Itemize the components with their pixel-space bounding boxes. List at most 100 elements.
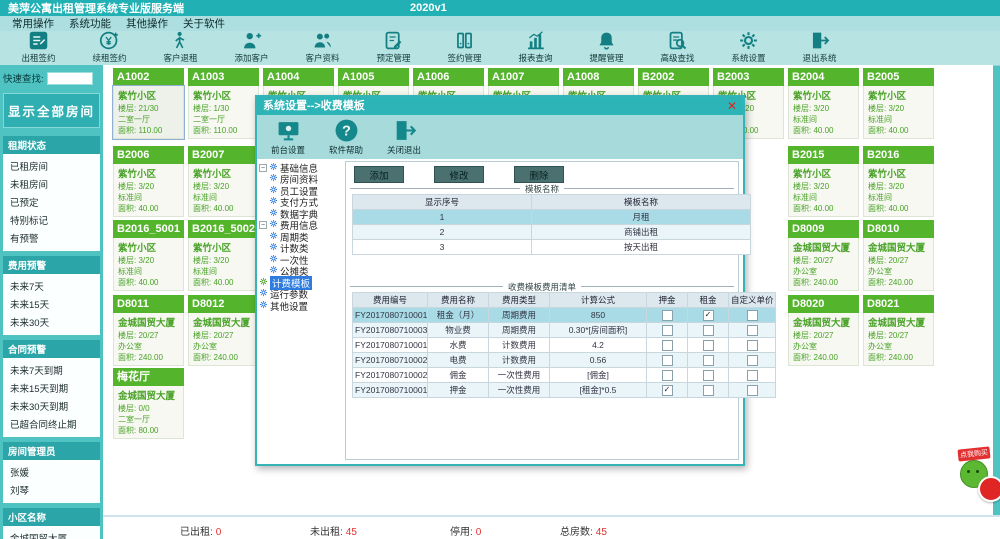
room-card-D8011[interactable]: D8011金城国贸大厦楼层: 20/27办公室面积: 240.00 xyxy=(113,295,184,366)
template-row[interactable]: 1月租 xyxy=(353,210,751,225)
rent-checkbox[interactable] xyxy=(703,370,714,381)
custom-price-checkbox[interactable] xyxy=(747,370,758,381)
room-card-D8021[interactable]: D8021金城国贸大厦楼层: 20/27办公室面积: 240.00 xyxy=(863,295,934,366)
fee-cell: 850 xyxy=(550,308,647,323)
rent-checkbox[interactable] xyxy=(703,325,714,336)
menu-item-1[interactable]: 系统功能 xyxy=(67,16,115,31)
sidebar-filter-item[interactable]: 未来15天 xyxy=(3,295,100,313)
quick-search-input[interactable] xyxy=(47,72,93,85)
fee-row[interactable]: FY2017080710001水费计数费用4.2 xyxy=(353,338,776,353)
room-card-D8009[interactable]: D8009金城国贸大厦楼层: 20/27办公室面积: 240.00 xyxy=(788,220,859,291)
toolbar-button-bar-chart[interactable]: 报表查询 xyxy=(500,31,571,65)
rent-checkbox[interactable] xyxy=(703,385,714,396)
room-card-梅花厅[interactable]: 梅花厅金城国贸大厦楼层: 0/0二室一厅面积: 80.00 xyxy=(113,368,184,439)
fee-row[interactable]: FY2017080710002电费计数费用0.56 xyxy=(353,353,776,368)
deposit-checkbox[interactable] xyxy=(662,310,673,321)
gear-icon xyxy=(738,30,759,51)
mascot-red-badge-icon[interactable] xyxy=(978,476,1000,502)
room-card-A1003[interactable]: A1003紫竹小区楼层: 1/30二室一厅面积: 110.00 xyxy=(188,68,259,139)
tree-expander-icon[interactable]: − xyxy=(259,164,267,172)
custom-price-checkbox[interactable] xyxy=(747,325,758,336)
room-card-B2015[interactable]: B2015紫竹小区楼层: 3/20标准间面积: 40.00 xyxy=(788,146,859,217)
custom-price-checkbox[interactable] xyxy=(747,385,758,396)
toolbar-button-folders[interactable]: 签约管理 xyxy=(429,31,500,65)
floating-mascot[interactable]: 点我购买 xyxy=(952,448,1000,510)
tree-node-其他设置[interactable]: 其他设置 xyxy=(259,300,345,312)
custom-price-checkbox[interactable] xyxy=(747,355,758,366)
show-all-rooms-button[interactable]: 显示全部房间 xyxy=(3,93,100,128)
sidebar-section-title: 合同预警 xyxy=(3,340,100,358)
sidebar-filter-item[interactable]: 刘琴 xyxy=(3,481,100,499)
rent-checkbox[interactable] xyxy=(703,340,714,351)
toolbar-button-person-add[interactable]: 添加客户 xyxy=(216,31,287,65)
dialog-close-icon[interactable]: ✕ xyxy=(727,97,737,115)
toolbar-button-gear[interactable]: 系统设置 xyxy=(713,31,784,65)
dialog-tool-exit-door[interactable]: 关闭退出 xyxy=(387,118,421,156)
room-card-D8012[interactable]: D8012金城国贸大厦楼层: 20/27办公室面积: 240.00 xyxy=(188,295,259,366)
room-type: 办公室 xyxy=(868,266,933,277)
sidebar-filter-item[interactable]: 已租房间 xyxy=(3,157,100,175)
menu-item-3[interactable]: 关于软件 xyxy=(181,16,229,31)
room-card-D8020[interactable]: D8020金城国贸大厦楼层: 20/27办公室面积: 240.00 xyxy=(788,295,859,366)
sidebar-filter-item[interactable]: 未来7天 xyxy=(3,277,100,295)
deposit-checkbox[interactable] xyxy=(662,370,673,381)
fee-row[interactable]: FY2017080710001租金（月）周期费用850✓ xyxy=(353,308,776,323)
room-card-D8010[interactable]: D8010金城国贸大厦楼层: 20/27办公室面积: 240.00 xyxy=(863,220,934,291)
sidebar-filter-item[interactable]: 未来30天到期 xyxy=(3,397,100,415)
custom-price-checkbox[interactable] xyxy=(747,340,758,351)
toolbar-button-label: 续租签约 xyxy=(92,52,126,64)
people-icon xyxy=(312,30,333,51)
deposit-checkbox[interactable] xyxy=(662,325,673,336)
sidebar-filter-item[interactable]: 特别标记 xyxy=(3,211,100,229)
deposit-checkbox[interactable] xyxy=(662,340,673,351)
status-item-0: 已出租:0 xyxy=(180,523,221,538)
room-card-B2016_5001[interactable]: B2016_5001紫竹小区楼层: 3/20标准间面积: 40.00 xyxy=(113,220,184,291)
custom-price-checkbox[interactable] xyxy=(747,310,758,321)
dialog-button-2[interactable]: 删除 xyxy=(514,166,564,183)
room-card-B2004[interactable]: B2004紫竹小区楼层: 3/20标准间面积: 40.00 xyxy=(788,68,859,139)
room-card-B2016[interactable]: B2016紫竹小区楼层: 3/20标准间面积: 40.00 xyxy=(863,146,934,217)
toolbar-button-exit-door[interactable]: 退出系统 xyxy=(784,31,855,65)
menu-item-0[interactable]: 常用操作 xyxy=(10,16,58,31)
sidebar-filter-item[interactable]: 未租房间 xyxy=(3,175,100,193)
deposit-checkbox[interactable]: ✓ xyxy=(662,385,673,396)
toolbar-button-contract-tile[interactable]: 出租签约 xyxy=(3,31,74,65)
dialog-button-1[interactable]: 修改 xyxy=(434,166,484,183)
sidebar-filter-item[interactable]: 未来7天到期 xyxy=(3,361,100,379)
fee-row[interactable]: FY2017080710003物业费周期费用0.30*[房间面积] xyxy=(353,323,776,338)
deposit-checkbox[interactable] xyxy=(662,355,673,366)
sidebar-filter-item[interactable]: 未来30天 xyxy=(3,313,100,331)
fee-cell xyxy=(688,323,729,338)
toolbar-button-doc-search[interactable]: 高级查找 xyxy=(642,31,713,65)
menu-item-2[interactable]: 其他操作 xyxy=(124,16,172,31)
dialog-tool-label: 前台设置 xyxy=(271,144,305,156)
sidebar-filter-item[interactable]: 未来15天到期 xyxy=(3,379,100,397)
toolbar-button-people[interactable]: 客户资料 xyxy=(287,31,358,65)
toolbar-button-yen-renew[interactable]: 续租签约 xyxy=(74,31,145,65)
sidebar-filter-item[interactable]: 金城国贸大厦 xyxy=(3,529,100,539)
room-card-B2005[interactable]: B2005紫竹小区楼层: 3/20标准间面积: 40.00 xyxy=(863,68,934,139)
rent-checkbox[interactable] xyxy=(703,355,714,366)
toolbar-button-bell[interactable]: 提醒管理 xyxy=(571,31,642,65)
dialog-tool-help[interactable]: ?软件帮助 xyxy=(329,118,363,156)
fee-row[interactable]: FY2017080710001押金一次性费用[租金]*0.5✓ xyxy=(353,383,776,398)
template-row[interactable]: 2商铺出租 xyxy=(353,225,751,240)
toolbar-button-doc-edit[interactable]: 预定管理 xyxy=(358,31,429,65)
tree-expander-icon[interactable]: − xyxy=(259,221,267,229)
room-card-B2016_5002[interactable]: B2016_5002紫竹小区楼层: 3/20标准间面积: 40.00 xyxy=(188,220,259,291)
sidebar-filter-item[interactable]: 有预警 xyxy=(3,229,100,247)
sidebar-section-2: 合同预警未来7天到期未来15天到期未来30天到期已超合同终止期 xyxy=(3,340,100,437)
rent-checkbox[interactable]: ✓ xyxy=(703,310,714,321)
template-row[interactable]: 3按天出租 xyxy=(353,240,751,255)
sidebar-filter-item[interactable]: 已超合同终止期 xyxy=(3,415,100,433)
room-card-B2007[interactable]: B2007紫竹小区楼层: 3/20标准间面积: 40.00 xyxy=(188,146,259,217)
fee-row[interactable]: FY2017080710002佣金一次性费用[佣金] xyxy=(353,368,776,383)
room-card-A1002[interactable]: A1002紫竹小区楼层: 21/30二室一厅面积: 110.00 xyxy=(113,68,184,139)
dialog-tool-monitor[interactable]: 前台设置 xyxy=(271,118,305,156)
sidebar-filter-item[interactable]: 张媛 xyxy=(3,463,100,481)
toolbar-button-person-walk[interactable]: 客户退租 xyxy=(145,31,216,65)
room-floor: 楼层: 3/20 xyxy=(193,255,258,266)
room-card-B2006[interactable]: B2006紫竹小区楼层: 3/20标准间面积: 40.00 xyxy=(113,146,184,217)
sidebar-filter-item[interactable]: 已预定 xyxy=(3,193,100,211)
dialog-button-0[interactable]: 添加 xyxy=(354,166,404,183)
